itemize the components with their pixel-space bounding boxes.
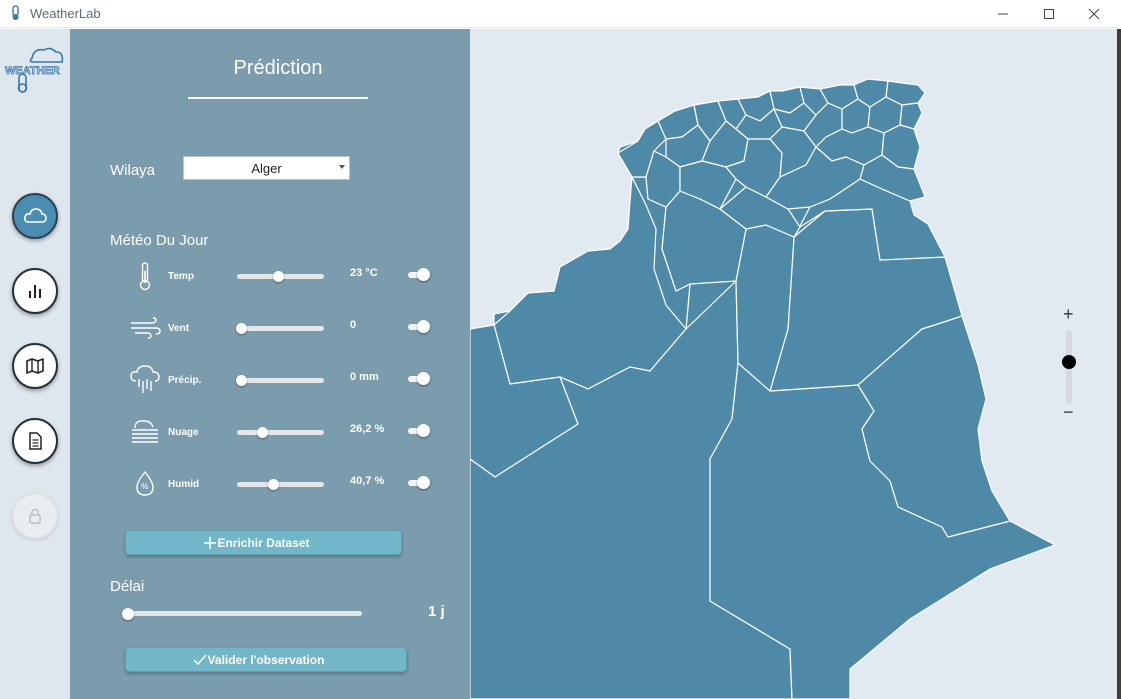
nav-map-button[interactable] xyxy=(12,343,58,389)
weather-label: Nuage xyxy=(168,427,199,438)
close-button[interactable] xyxy=(1071,0,1117,28)
weather-value: 0 mm xyxy=(350,371,379,383)
rain-icon xyxy=(128,363,162,397)
humidity-icon: % xyxy=(128,467,162,501)
checkmark-icon xyxy=(193,654,207,666)
toggle-knob[interactable] xyxy=(417,476,430,489)
map-icon xyxy=(26,358,44,374)
zoom-slider[interactable] xyxy=(1062,330,1076,404)
nav-locked-button xyxy=(12,493,58,539)
wilaya-selected-value: Alger xyxy=(251,160,282,176)
svg-text:WEATHER: WEATHER xyxy=(5,65,60,77)
validate-observation-label: Valider l'observation xyxy=(207,652,325,667)
wind-icon xyxy=(128,311,162,345)
app-icon xyxy=(12,5,19,20)
weather-label: Temp xyxy=(168,271,194,282)
meteo-label: Météo Du Jour xyxy=(110,232,209,249)
title-underline xyxy=(188,97,368,99)
weather-value: 23 °C xyxy=(350,267,378,279)
window-edge xyxy=(1117,29,1121,699)
zoom-out-button[interactable]: − xyxy=(1063,402,1074,423)
weather-label: Vent xyxy=(168,323,190,334)
fog-icon xyxy=(128,415,162,449)
delai-label: Délai xyxy=(110,578,145,595)
prediction-panel: Prédiction Wilaya Alger Météo Du Jour Te… xyxy=(70,29,470,699)
delai-slider[interactable] xyxy=(122,608,362,620)
weatherlab-logo: WEATHER xyxy=(5,47,64,93)
minimize-icon xyxy=(998,13,1008,15)
wilaya-label: Wilaya xyxy=(110,162,156,179)
slider-thumb[interactable] xyxy=(236,375,248,386)
weather-row-temp: Temp 23 °C xyxy=(70,259,470,295)
weather-row-nuage: Nuage 26,2 % xyxy=(70,415,470,451)
zoom-in-button[interactable]: + xyxy=(1063,304,1074,325)
slider-thumb[interactable] xyxy=(257,427,269,438)
chevron-down-icon xyxy=(339,165,345,169)
close-icon xyxy=(1088,8,1100,20)
window-title: WeatherLab xyxy=(30,6,101,21)
svg-text:%: % xyxy=(141,482,148,491)
slider-thumb[interactable] xyxy=(236,323,248,334)
weather-row-vent: Vent 0 xyxy=(70,311,470,347)
algeria-map[interactable] xyxy=(470,29,1117,699)
wind-toggle[interactable] xyxy=(408,320,430,333)
weather-row-precip: Précip. 0 mm xyxy=(70,363,470,399)
humidity-slider[interactable] xyxy=(237,479,324,490)
panel-title: Prédiction xyxy=(233,57,323,79)
humidity-toggle[interactable] xyxy=(408,476,430,489)
bar-chart-icon xyxy=(29,285,41,298)
slider-thumb[interactable] xyxy=(267,479,279,490)
nav-report-button[interactable] xyxy=(12,418,58,464)
slider-thumb[interactable] xyxy=(122,608,134,620)
document-icon xyxy=(29,432,42,450)
toggle-knob[interactable] xyxy=(417,320,430,333)
enrich-dataset-button[interactable]: Enrichir Dataset xyxy=(125,530,402,555)
thermometer-icon xyxy=(128,259,162,293)
toggle-knob[interactable] xyxy=(417,372,430,385)
cloud-slider[interactable] xyxy=(237,427,324,438)
title-bar: WeatherLab xyxy=(0,0,1121,28)
wilaya-select[interactable]: Alger xyxy=(183,156,350,180)
precip-slider[interactable] xyxy=(236,375,324,386)
maximize-button[interactable] xyxy=(1026,0,1072,28)
map-view[interactable] xyxy=(470,29,1117,699)
temp-toggle[interactable] xyxy=(408,268,430,281)
weather-label: Humid xyxy=(168,479,200,490)
delai-value: 1 j xyxy=(428,603,445,620)
nav-rail: WEATHER xyxy=(0,29,70,699)
cloud-toggle[interactable] xyxy=(408,424,430,437)
nav-stats-button[interactable] xyxy=(12,268,58,314)
weather-row-humid: % Humid 40,7 % xyxy=(70,467,470,503)
lock-icon xyxy=(29,508,41,524)
slider-thumb[interactable] xyxy=(272,271,284,282)
precip-toggle[interactable] xyxy=(408,372,430,385)
enrich-dataset-label: Enrichir Dataset xyxy=(217,535,310,550)
weather-value: 40,7 % xyxy=(350,475,385,487)
plus-icon xyxy=(204,537,216,549)
temp-slider[interactable] xyxy=(237,271,324,282)
maximize-icon xyxy=(1044,9,1054,19)
region-north-22 xyxy=(899,102,923,130)
toggle-knob[interactable] xyxy=(417,424,430,437)
nav-prediction-button[interactable] xyxy=(12,193,58,239)
weather-value: 26,2 % xyxy=(350,423,385,435)
minimize-button[interactable] xyxy=(980,0,1026,28)
toggle-knob[interactable] xyxy=(417,268,430,281)
cloud-icon xyxy=(24,208,47,223)
validate-observation-button[interactable]: Valider l'observation xyxy=(125,647,407,672)
wind-slider[interactable] xyxy=(236,323,324,334)
zoom-slider-knob[interactable] xyxy=(1062,354,1076,369)
weather-label: Précip. xyxy=(168,375,202,386)
weather-value: 0 xyxy=(350,319,357,331)
